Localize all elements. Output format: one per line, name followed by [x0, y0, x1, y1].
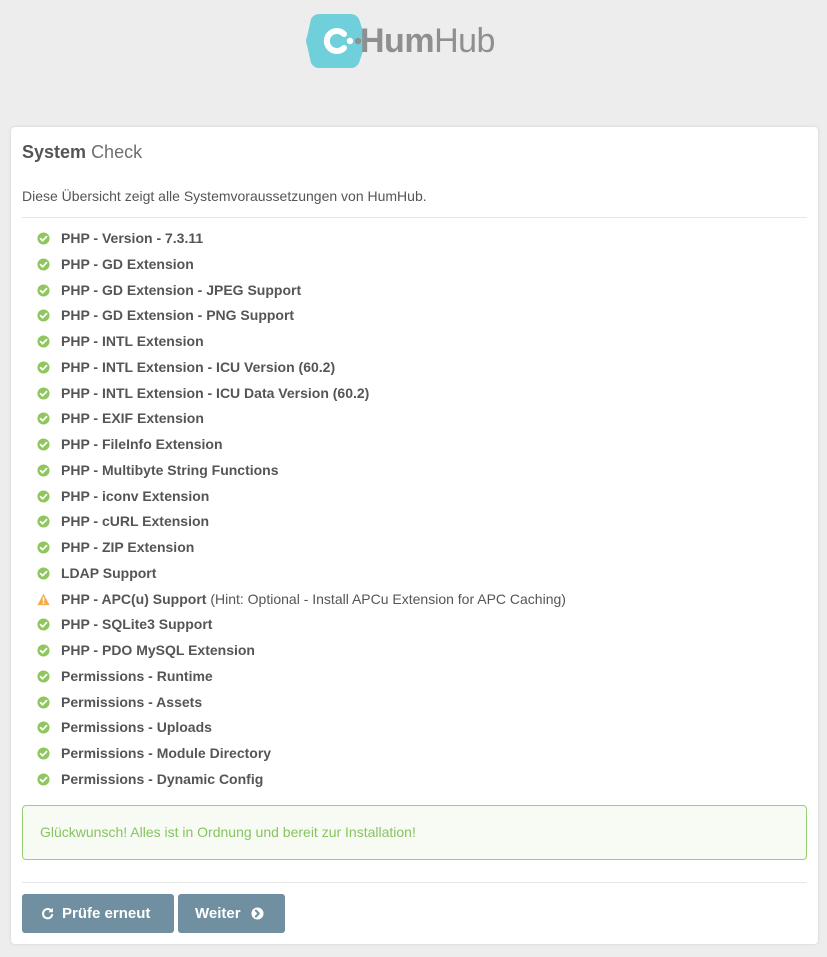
check-label: Permissions - Assets — [61, 691, 202, 713]
check-label: PHP - EXIF Extension — [61, 407, 204, 429]
divider — [22, 882, 807, 883]
check-label: PHP - GD Extension - JPEG Support — [61, 279, 301, 301]
success-message: Glückwunsch! Alles ist in Ordnung und be… — [40, 824, 416, 840]
check-circle-icon — [37, 309, 50, 322]
divider — [22, 217, 807, 218]
logo-text: HumHub — [360, 23, 495, 59]
check-label: PHP - GD Extension — [61, 253, 194, 275]
logo-text-hub: Hub — [434, 22, 495, 60]
check-circle-icon — [37, 283, 50, 297]
check-hint: (Hint: Optional - Install APCu Extension… — [210, 590, 566, 607]
check-name: PHP - Version - 7.3.11 — [61, 230, 204, 246]
check-label: PHP - INTL Extension - ICU Version (60.2… — [61, 356, 335, 378]
check-circle-icon — [37, 438, 50, 451]
check-name: Permissions - Assets — [61, 693, 203, 710]
check-label: Permissions - Uploads — [61, 716, 212, 738]
next-button[interactable]: Weiter — [178, 894, 285, 933]
check-label: LDAP Support — [61, 562, 156, 584]
check-circle-icon — [37, 258, 50, 271]
page-title-strong: System — [22, 142, 87, 162]
check-circle-icon — [37, 412, 50, 425]
check-label: PHP - INTL Extension — [61, 330, 204, 352]
check-circle-icon — [37, 361, 50, 374]
check-name: Permissions - Uploads — [61, 719, 212, 736]
check-label: Permissions - Runtime — [61, 665, 213, 687]
check-circle-icon — [37, 386, 50, 400]
check-circle-icon — [37, 695, 50, 709]
check-name: PHP - INTL Extension - ICU Version (60.2… — [61, 358, 336, 375]
check-circle-icon — [37, 489, 50, 503]
check-label: PHP - Multibyte String Functions — [61, 459, 279, 481]
recheck-button[interactable]: Prüfe erneut — [22, 894, 174, 933]
check-circle-icon — [37, 618, 50, 631]
check-circle-icon — [37, 773, 50, 786]
check-name: Permissions - Module Directory — [61, 745, 272, 761]
check-circle-icon — [37, 232, 50, 245]
system-check-panel: System Check Diese Übersicht zeigt alle … — [11, 127, 818, 944]
check-label: PHP - cURL Extension — [61, 510, 209, 532]
next-button-label: Weiter — [195, 905, 241, 922]
check-name: PHP - FileInfo Extension — [61, 436, 223, 452]
check-name: PHP - Multibyte String Functions — [61, 461, 279, 478]
check-label: Permissions - Module Directory — [61, 742, 271, 764]
check-circle-icon — [37, 721, 50, 734]
check-name: LDAP Support — [61, 564, 157, 581]
header: HumHub — [0, 0, 827, 80]
check-circle-icon — [37, 670, 50, 683]
check-name: PHP - EXIF Extension — [61, 410, 204, 427]
logo-hexagon-icon — [306, 14, 366, 68]
page-title-light: Check — [91, 142, 143, 162]
check-circle-icon — [37, 567, 50, 580]
arrow-circle-right-icon — [251, 907, 264, 920]
check-label: PHP - ZIP Extension — [61, 536, 194, 558]
check-name: PHP - iconv Extension — [61, 487, 210, 504]
check-name: PHP - SQLite3 Support — [61, 616, 213, 633]
check-circle-icon — [37, 541, 50, 554]
check-label: PHP - APC(u) Support (Hint: Optional - I… — [61, 588, 566, 610]
check-name: PHP - ZIP Extension — [61, 539, 195, 555]
check-name: PHP - GD Extension - PNG Support — [61, 307, 295, 324]
check-name: PHP - PDO MySQL Extension — [61, 642, 255, 658]
check-label: PHP - Version - 7.3.11 — [61, 227, 203, 249]
intro-text: Diese Übersicht zeigt alle Systemvorauss… — [22, 188, 427, 204]
check-label: PHP - GD Extension - PNG Support — [61, 304, 294, 326]
check-label: PHP - iconv Extension — [61, 485, 209, 507]
check-name: PHP - GD Extension - JPEG Support — [61, 281, 302, 298]
recheck-button-label: Prüfe erneut — [62, 905, 151, 922]
check-name: PHP - GD Extension — [61, 255, 194, 272]
check-name: PHP - cURL Extension — [61, 513, 210, 530]
check-circle-icon — [37, 515, 50, 528]
check-name: PHP - APC(u) Support — [61, 590, 207, 607]
check-circle-icon — [37, 747, 50, 760]
check-label: PHP - SQLite3 Support — [61, 613, 212, 635]
check-label: PHP - INTL Extension - ICU Data Version … — [61, 382, 369, 404]
warning-icon — [37, 593, 50, 605]
check-name: Permissions - Runtime — [61, 667, 213, 684]
success-alert: Glückwunsch! Alles ist in Ordnung und be… — [22, 805, 807, 860]
check-circle-icon — [37, 644, 50, 657]
check-label: Permissions - Dynamic Config — [61, 768, 263, 790]
check-circle-icon — [37, 335, 50, 348]
humhub-logo[interactable]: HumHub — [306, 12, 526, 70]
logo-text-hum: Hum — [360, 22, 435, 60]
check-label: PHP - FileInfo Extension — [61, 433, 223, 455]
check-name: Permissions - Dynamic Config — [61, 770, 264, 787]
check-circle-icon — [37, 464, 50, 477]
check-name: PHP - INTL Extension - ICU Data Version … — [61, 384, 370, 401]
check-name: PHP - INTL Extension — [61, 333, 204, 349]
page-title: System Check — [22, 141, 142, 163]
refresh-icon — [42, 907, 54, 920]
check-label: PHP - PDO MySQL Extension — [61, 639, 255, 661]
